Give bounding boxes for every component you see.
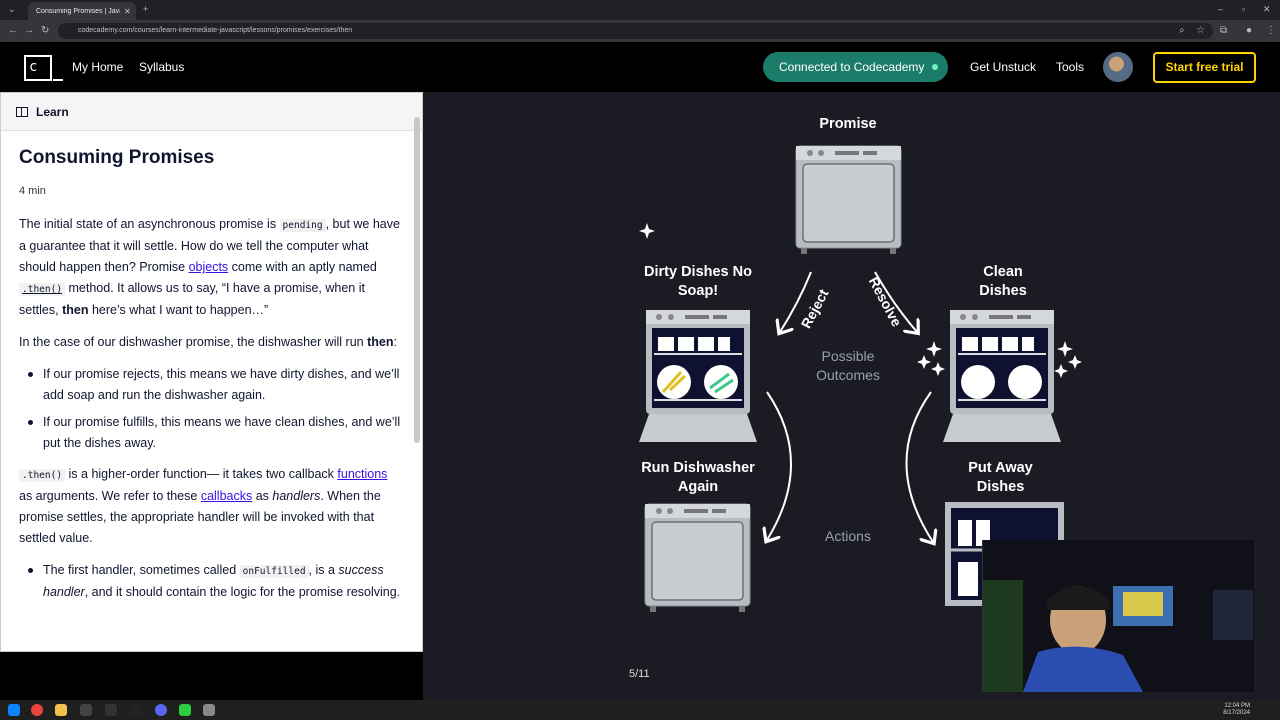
text: The initial state of an asynchronous pro… bbox=[19, 217, 280, 231]
connected-dot-icon bbox=[932, 64, 938, 70]
lesson-panel: Learn Consuming Promises 4 min The initi… bbox=[0, 92, 423, 652]
lesson-title: Consuming Promises bbox=[19, 147, 215, 168]
lesson-content: Consuming Promises 4 min The initial sta… bbox=[1, 131, 422, 603]
list-item: If our promise rejects, this means we ha… bbox=[19, 364, 404, 406]
terminal-icon[interactable] bbox=[80, 704, 92, 716]
scrollbar[interactable] bbox=[414, 117, 420, 443]
maximize-icon[interactable]: ▫ bbox=[1242, 4, 1245, 14]
run-again-dishwasher bbox=[644, 503, 751, 612]
promise-dishwasher bbox=[795, 145, 902, 254]
handler-list: The first handler, sometimes called onFu… bbox=[19, 560, 404, 603]
clock-time: 12:04 PM bbox=[1224, 703, 1250, 709]
clean-dishwasher bbox=[943, 310, 1061, 442]
book-icon bbox=[16, 106, 28, 117]
codecademy-logo[interactable]: c bbox=[24, 55, 63, 81]
code-pending: pending bbox=[279, 219, 326, 232]
spotify-icon[interactable] bbox=[179, 704, 191, 716]
site-header: c My Home Syllabus Connected to Codecade… bbox=[0, 42, 1280, 92]
forward-icon[interactable]: → bbox=[24, 25, 34, 36]
connected-status-button[interactable]: Connected to Codecademy bbox=[763, 52, 948, 82]
folder-icon[interactable] bbox=[55, 704, 67, 716]
browser-tab[interactable]: Consuming Promises | JavaScri... ✕ bbox=[28, 2, 136, 20]
text: come with an aptly named bbox=[228, 260, 377, 274]
address-bar: codecademy.com/courses/learn-intermediat… bbox=[0, 20, 1280, 42]
bold-then: then bbox=[62, 303, 89, 317]
text: as bbox=[252, 489, 273, 503]
clock-date: 8/17/2024 bbox=[1223, 710, 1250, 716]
chrome-icon[interactable] bbox=[31, 704, 43, 716]
minimize-icon[interactable]: – bbox=[1218, 4, 1223, 14]
list-item: If our promise fulfills, this means we h… bbox=[19, 412, 404, 454]
page-counter: 5/11 bbox=[629, 668, 650, 680]
zoom-icon[interactable]: ⌕ bbox=[1179, 25, 1185, 36]
browser-tab-strip: ⌄ Consuming Promises | JavaScri... ✕ + –… bbox=[0, 0, 1280, 20]
dirty-dishes-label: Dirty Dishes No Soap! bbox=[644, 264, 752, 299]
tools-button[interactable]: Tools bbox=[1056, 60, 1084, 74]
nav-my-home[interactable]: My Home bbox=[72, 60, 123, 74]
paragraph-2: In the case of our dishwasher promise, t… bbox=[19, 332, 404, 353]
misc-app-icon[interactable] bbox=[203, 704, 215, 716]
code-then[interactable]: .then() bbox=[19, 283, 66, 296]
outcome-list: If our promise rejects, this means we ha… bbox=[19, 364, 404, 454]
actions-label: Actions bbox=[825, 528, 871, 544]
put-away-arrow bbox=[905, 391, 933, 542]
get-unstuck-button[interactable]: Get Unstuck bbox=[970, 60, 1036, 74]
bookmark-icon[interactable]: ☆ bbox=[1196, 25, 1205, 36]
bold-then: then bbox=[367, 335, 394, 349]
promise-label: Promise bbox=[819, 116, 877, 132]
new-tab-icon[interactable]: + bbox=[143, 4, 148, 14]
paragraph-3: .then() is a higher-order function— it t… bbox=[19, 464, 404, 549]
start-icon[interactable] bbox=[8, 704, 20, 716]
discord-icon[interactable] bbox=[155, 704, 167, 716]
webcam-overlay bbox=[982, 540, 1254, 692]
text: : bbox=[393, 335, 397, 349]
learn-tab[interactable]: Learn bbox=[1, 93, 422, 131]
obs-icon[interactable] bbox=[105, 704, 117, 716]
tab-title: Consuming Promises | JavaScri... bbox=[36, 7, 120, 15]
taskbar: 12:04 PM 8/17/2024 bbox=[0, 700, 1280, 720]
app-icon[interactable] bbox=[130, 704, 142, 716]
text: here’s what I want to happen…” bbox=[88, 303, 269, 317]
read-time: 4 min bbox=[19, 185, 46, 197]
text: as arguments. We refer to these bbox=[19, 489, 201, 503]
nav-syllabus[interactable]: Syllabus bbox=[139, 60, 184, 74]
extensions-icon[interactable]: ⧉ bbox=[1220, 25, 1227, 36]
paragraph-1: The initial state of an asynchronous pro… bbox=[19, 214, 404, 321]
list-item: The first handler, sometimes called onFu… bbox=[19, 560, 404, 603]
link-callbacks[interactable]: callbacks bbox=[201, 489, 252, 503]
possible-outcomes-label: Possible Outcomes bbox=[816, 348, 880, 383]
connected-label: Connected to Codecademy bbox=[779, 60, 925, 74]
put-away-label: Put Away Dishes bbox=[968, 460, 1033, 495]
text: , is a bbox=[308, 563, 339, 577]
em-handlers: handlers bbox=[272, 489, 321, 503]
back-icon[interactable]: ← bbox=[8, 25, 18, 36]
code-then: .then() bbox=[19, 469, 66, 482]
text: In the case of our dishwasher promise, t… bbox=[19, 335, 368, 349]
run-again-label: Run Dishwasher Again bbox=[641, 460, 755, 495]
start-free-trial-button[interactable]: Start free trial bbox=[1153, 52, 1256, 83]
reload-icon[interactable]: ↻ bbox=[41, 25, 49, 36]
tab-search-icon[interactable]: ⌄ bbox=[8, 4, 16, 15]
link-objects[interactable]: objects bbox=[189, 260, 229, 274]
link-functions[interactable]: functions bbox=[337, 467, 387, 481]
url-field[interactable]: codecademy.com/courses/learn-intermediat… bbox=[58, 23, 1213, 39]
profile-icon[interactable]: ● bbox=[1246, 25, 1252, 36]
code-onfulfilled: onFulfilled bbox=[239, 565, 309, 578]
dirty-dishwasher bbox=[639, 310, 757, 442]
retry-arrow bbox=[767, 391, 792, 540]
text: The first handler, sometimes called bbox=[43, 563, 240, 577]
taskbar-clock[interactable]: 12:04 PM 8/17/2024 bbox=[1223, 703, 1250, 717]
menu-icon[interactable]: ⋮ bbox=[1266, 25, 1276, 36]
learn-tab-label: Learn bbox=[36, 104, 69, 119]
clean-dishes-label: Clean Dishes bbox=[979, 264, 1027, 299]
close-window-icon[interactable]: ✕ bbox=[1263, 4, 1271, 15]
text: , and it should contain the logic for th… bbox=[84, 585, 401, 599]
close-tab-icon[interactable]: ✕ bbox=[124, 7, 131, 16]
text: is a higher-order function— it takes two… bbox=[65, 467, 338, 481]
resolve-label: Resolve bbox=[866, 274, 905, 329]
avatar[interactable] bbox=[1103, 52, 1133, 82]
